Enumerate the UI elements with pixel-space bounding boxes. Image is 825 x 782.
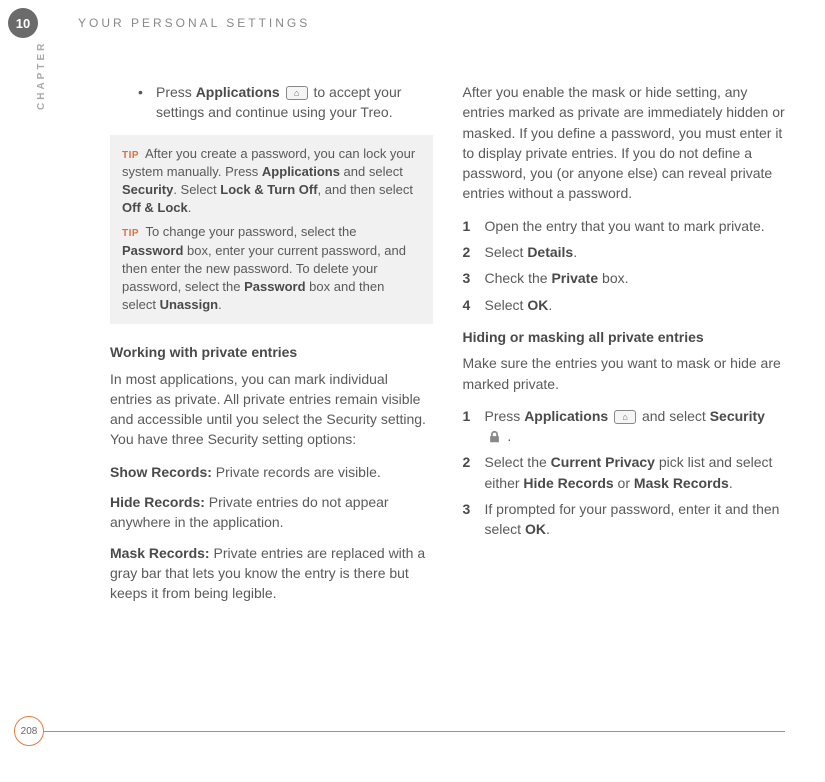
step-text: Select the Current Privacy pick list and… [485, 452, 786, 493]
chapter-label: CHAPTER [36, 41, 47, 110]
page-number: 208 [21, 726, 38, 737]
applications-icon [614, 410, 636, 424]
footer-divider [14, 731, 785, 732]
applications-icon [286, 86, 308, 100]
list-item: 4 Select OK. [463, 295, 786, 315]
paragraph: Make sure the entries you want to mask o… [463, 353, 786, 394]
header-title: YOUR PERSONAL SETTINGS [78, 16, 310, 30]
step-number: 2 [463, 452, 485, 493]
list-item: 2 Select Details. [463, 242, 786, 262]
list-item: 3 Check the Private box. [463, 268, 786, 288]
numbered-list-b: 1 Press Applications and select Security… [463, 406, 786, 540]
tip-label: TIP [122, 228, 139, 239]
step-text: Check the Private box. [485, 268, 629, 288]
paragraph: In most applications, you can mark indiv… [110, 369, 433, 450]
chapter-number-badge: 10 [8, 8, 38, 38]
step-text: Open the entry that you want to mark pri… [485, 216, 765, 236]
page-number-badge: 208 [14, 716, 44, 746]
bullet-item: • Press Applications to accept your sett… [110, 82, 433, 123]
step-number: 3 [463, 499, 485, 540]
list-item: 3 If prompted for your password, enter i… [463, 499, 786, 540]
step-number: 2 [463, 242, 485, 262]
left-column: • Press Applications to accept your sett… [110, 82, 433, 692]
step-text: Select Details. [485, 242, 578, 262]
step-text: If prompted for your password, enter it … [485, 499, 786, 540]
step-number: 3 [463, 268, 485, 288]
section-heading: Working with private entries [110, 342, 433, 362]
tip-1: TIP After you create a password, you can… [122, 145, 421, 218]
intro-paragraph: After you enable the mask or hide settin… [463, 82, 786, 204]
bullet-text: Press Applications to accept your settin… [156, 82, 433, 123]
list-item: 2 Select the Current Privacy pick list a… [463, 452, 786, 493]
step-text: Select OK. [485, 295, 553, 315]
list-item: 1 Open the entry that you want to mark p… [463, 216, 786, 236]
content-area: • Press Applications to accept your sett… [110, 82, 785, 692]
definition-show: Show Records: Private records are visibl… [110, 462, 433, 482]
lock-icon [487, 430, 502, 444]
chapter-number: 10 [16, 16, 30, 31]
tip-2: TIP To change your password, select the … [122, 223, 421, 314]
tip-label: TIP [122, 150, 139, 161]
definition-hide: Hide Records: Private entries do not app… [110, 492, 433, 533]
definition-mask: Mask Records: Private entries are replac… [110, 543, 433, 604]
numbered-list-a: 1 Open the entry that you want to mark p… [463, 216, 786, 315]
step-number: 4 [463, 295, 485, 315]
step-number: 1 [463, 406, 485, 447]
section-heading: Hiding or masking all private entries [463, 327, 786, 347]
list-item: 1 Press Applications and select Security… [463, 406, 786, 447]
tip-box: TIP After you create a password, you can… [110, 135, 433, 325]
step-text: Press Applications and select Security . [485, 406, 786, 447]
right-column: After you enable the mask or hide settin… [463, 82, 786, 692]
step-number: 1 [463, 216, 485, 236]
bullet-dot: • [138, 82, 156, 123]
